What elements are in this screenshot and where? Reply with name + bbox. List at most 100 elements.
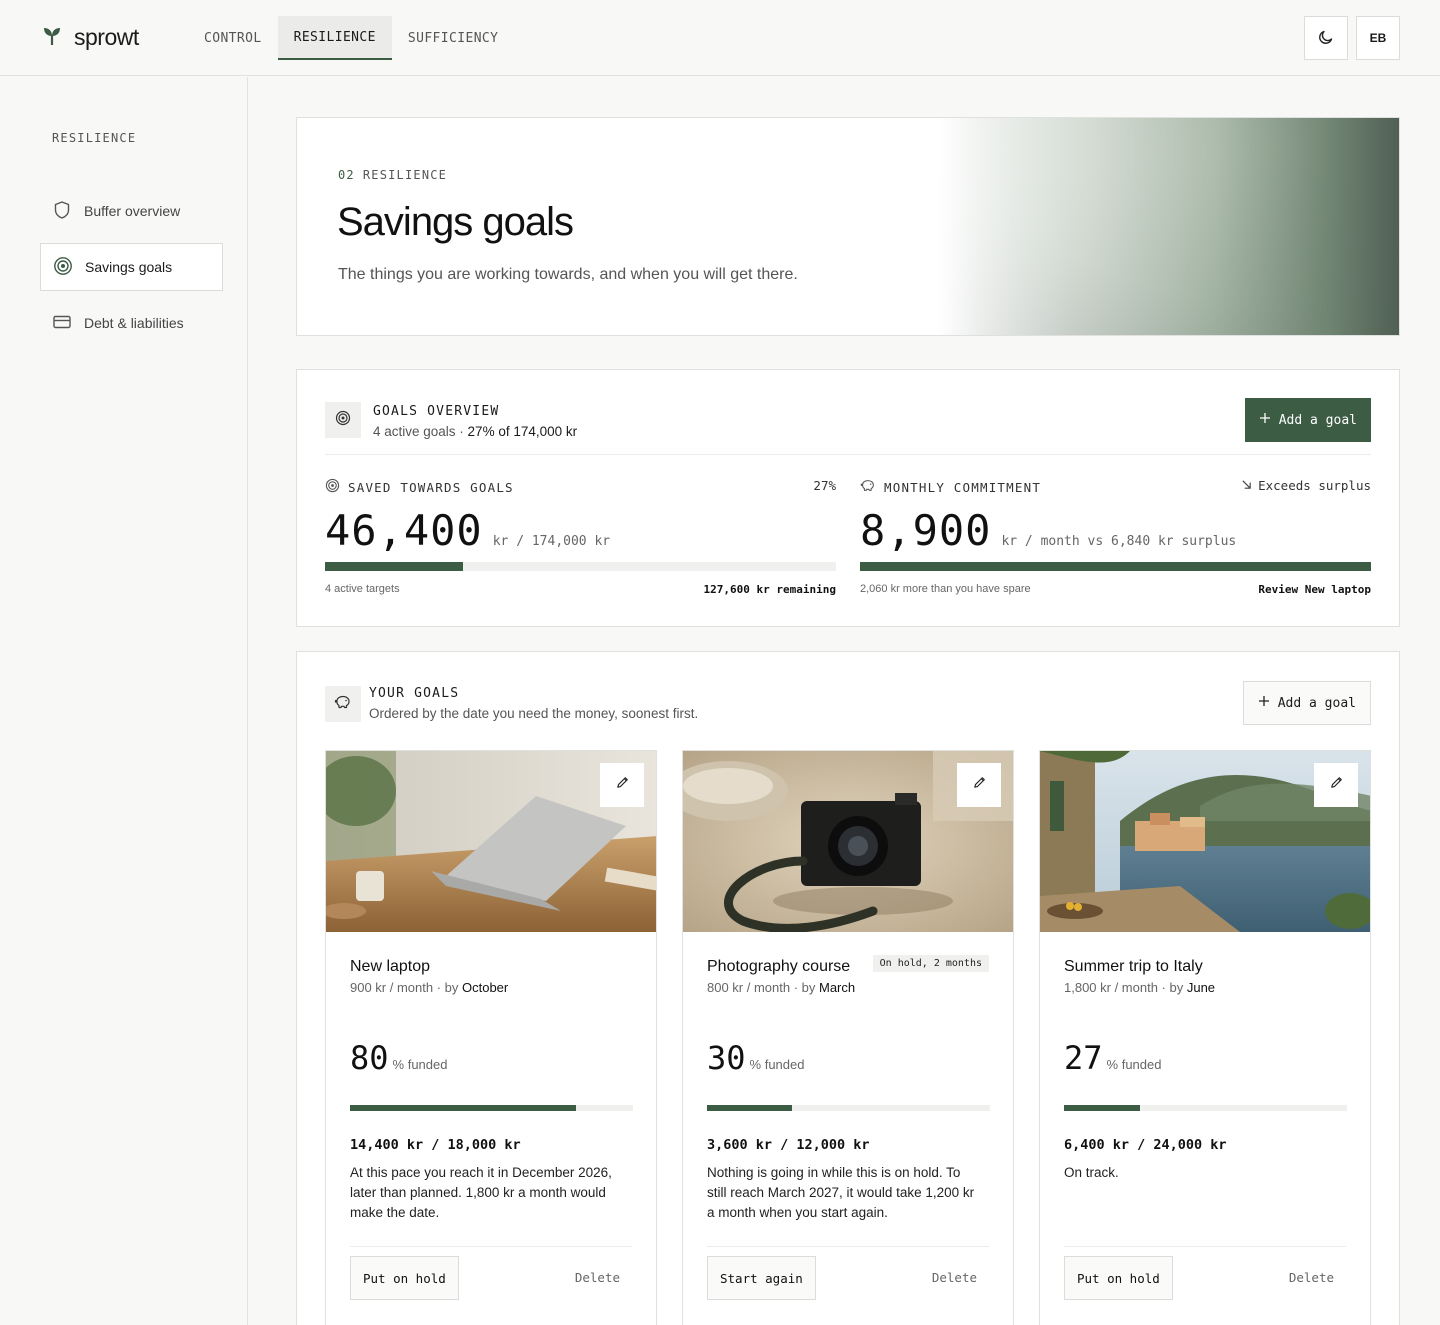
add-goal-button[interactable]: Add a goal: [1244, 398, 1371, 442]
section-name: RESILIENCE: [362, 168, 448, 182]
goal-percent-unit: % funded: [392, 1057, 448, 1072]
goal-percent: 80: [350, 1039, 389, 1077]
goal-funded: 30 % funded: [707, 1039, 804, 1077]
saved-label-text: SAVED TOWARDS GOALS: [348, 479, 514, 495]
goals-heading: YOUR GOALS Ordered by the date you need …: [369, 686, 698, 721]
monthly-progress-bar: [860, 562, 1371, 571]
goal-name: New laptop: [350, 958, 431, 975]
overview-divider: [325, 454, 1371, 455]
delete-goal-button[interactable]: Delete: [932, 1270, 977, 1285]
goal-meta: 1,800 kr / month · by June: [1064, 980, 1215, 995]
goal-progress-fill: [707, 1105, 792, 1111]
add-goal-label: Add a goal: [1277, 695, 1356, 711]
goal-meta-text: 800 kr / month · by: [707, 980, 819, 995]
pencil-icon: [1329, 775, 1344, 795]
pencil-icon: [972, 775, 987, 795]
monthly-label-text: MONTHLY COMMITMENT: [884, 479, 1042, 495]
add-goal-secondary-button[interactable]: Add a goal: [1242, 681, 1371, 725]
goals-subtitle: Ordered by the date you need the money, …: [369, 706, 699, 721]
sidebar-heading: RESILIENCE: [52, 131, 137, 145]
saved-value: 46,400: [325, 506, 483, 555]
goal-funded: 27 % funded: [1064, 1039, 1161, 1077]
theme-toggle-button[interactable]: [1304, 16, 1348, 60]
monthly-value-row: 8,900 kr / month vs 6,840 kr surplus: [860, 506, 1236, 555]
tab-sufficiency[interactable]: SUFFICIENCY: [392, 16, 515, 60]
overview-title: GOALS OVERVIEW: [373, 404, 500, 419]
goal-amount: 6,400 kr / 24,000 kr: [1064, 1137, 1227, 1153]
goals-title: YOUR GOALS: [369, 686, 460, 701]
tab-resilience[interactable]: RESILIENCE: [277, 16, 392, 60]
monthly-value: 8,900: [860, 506, 992, 555]
goals-icon-box: [325, 686, 361, 722]
shield-icon: [52, 200, 72, 223]
brand-logo[interactable]: sprowt: [42, 24, 139, 51]
overview-subtitle: 4 active goals · 27% of 174,000 kr: [373, 424, 577, 439]
goal-progress-fill: [1064, 1105, 1141, 1111]
piggy-bank-icon: [860, 478, 876, 496]
goal-divider: [1064, 1246, 1346, 1247]
piggy-bank-icon: [334, 694, 352, 715]
plus-icon: [1258, 695, 1270, 711]
goal-name: Photography course: [707, 958, 851, 975]
goal-target-month: June: [1186, 980, 1216, 995]
put-on-hold-button[interactable]: Put on hold: [1064, 1256, 1173, 1300]
pencil-icon: [615, 775, 630, 795]
monthly-commitment-metric: MONTHLY COMMITMENT Exceeds surplus 8,900…: [860, 476, 1371, 596]
card-icon: [52, 312, 72, 335]
avatar-initials: EB: [1369, 31, 1387, 45]
brand-name: sprowt: [74, 24, 139, 50]
delete-goal-button[interactable]: Delete: [1289, 1270, 1334, 1285]
saved-foot-left: 4 active targets: [325, 583, 400, 595]
target-icon: [53, 256, 73, 279]
monthly-progress-fill: [860, 562, 1371, 571]
goal-target-month: March: [819, 980, 856, 995]
saved-foot-right: 127,600 kr remaining: [703, 583, 836, 596]
goal-note: On track.: [1064, 1165, 1119, 1180]
sidebar-item-label: Savings goals: [85, 259, 173, 275]
goal-card-summer-trip-italy: Summer trip to Italy 1,800 kr / month · …: [1039, 750, 1371, 1325]
top-bar: sprowt CONTROL RESILIENCE SUFFICIENCY EB: [0, 0, 1440, 76]
goal-note: Nothing is going in while this is on hol…: [707, 1165, 975, 1220]
sidebar-item-debt-liabilities[interactable]: Debt & liabilities: [40, 299, 223, 347]
overview-subtitle-text: 4 active goals ·: [373, 424, 468, 439]
goals-overview-card: GOALS OVERVIEW 4 active goals · 27% of 1…: [296, 369, 1400, 627]
goal-meta-text: 1,800 kr / month · by: [1064, 980, 1187, 995]
monthly-status-text: Exceeds surplus: [1258, 478, 1371, 493]
page-subtitle: The things you are working towards, and …: [338, 266, 798, 283]
start-again-button[interactable]: Start again: [707, 1256, 816, 1300]
goal-percent: 27: [1064, 1039, 1103, 1077]
moon-icon: [1318, 29, 1334, 48]
saved-unit: kr / 174,000 kr: [492, 534, 611, 549]
overview-icon-box: [325, 402, 361, 438]
main-nav: CONTROL RESILIENCE SUFFICIENCY: [188, 16, 514, 60]
monthly-foot-left: 2,060 kr more than you have spare: [860, 583, 1031, 595]
monthly-status: Exceeds surplus: [1241, 478, 1371, 493]
avatar-button[interactable]: EB: [1356, 16, 1400, 60]
goal-progress-bar: [707, 1105, 990, 1111]
edit-goal-button[interactable]: [600, 763, 644, 807]
review-goal-link[interactable]: Review New laptop: [1258, 583, 1371, 596]
add-goal-label: Add a goal: [1278, 412, 1357, 428]
goal-progress-bar: [1064, 1105, 1347, 1111]
goal-target-month: October: [462, 980, 509, 995]
delete-goal-button[interactable]: Delete: [575, 1270, 620, 1285]
sidebar-item-buffer-overview[interactable]: Buffer overview: [40, 187, 223, 235]
overview-subtitle-strong: 27% of 174,000 kr: [467, 424, 578, 439]
monthly-label: MONTHLY COMMITMENT: [860, 478, 1041, 496]
sidebar-item-label: Buffer overview: [84, 203, 181, 219]
section-number: 02: [338, 168, 355, 182]
put-on-hold-button[interactable]: Put on hold: [350, 1256, 459, 1300]
tab-control[interactable]: CONTROL: [188, 16, 278, 60]
saved-percent: 27%: [813, 478, 836, 493]
edit-goal-button[interactable]: [957, 763, 1001, 807]
goal-percent-unit: % funded: [1106, 1057, 1162, 1072]
monthly-unit: kr / month vs 6,840 kr surplus: [1001, 534, 1237, 549]
overview-heading: GOALS OVERVIEW 4 active goals · 27% of 1…: [373, 404, 577, 439]
goal-percent-unit: % funded: [749, 1057, 805, 1072]
goal-meta-text: 900 kr / month · by: [350, 980, 462, 995]
goal-funded: 80 % funded: [350, 1039, 447, 1077]
hero-eyebrow: 02 RESILIENCE: [338, 168, 447, 182]
sidebar-item-savings-goals[interactable]: Savings goals: [40, 243, 223, 291]
goal-progress-fill: [350, 1105, 577, 1111]
edit-goal-button[interactable]: [1314, 763, 1358, 807]
